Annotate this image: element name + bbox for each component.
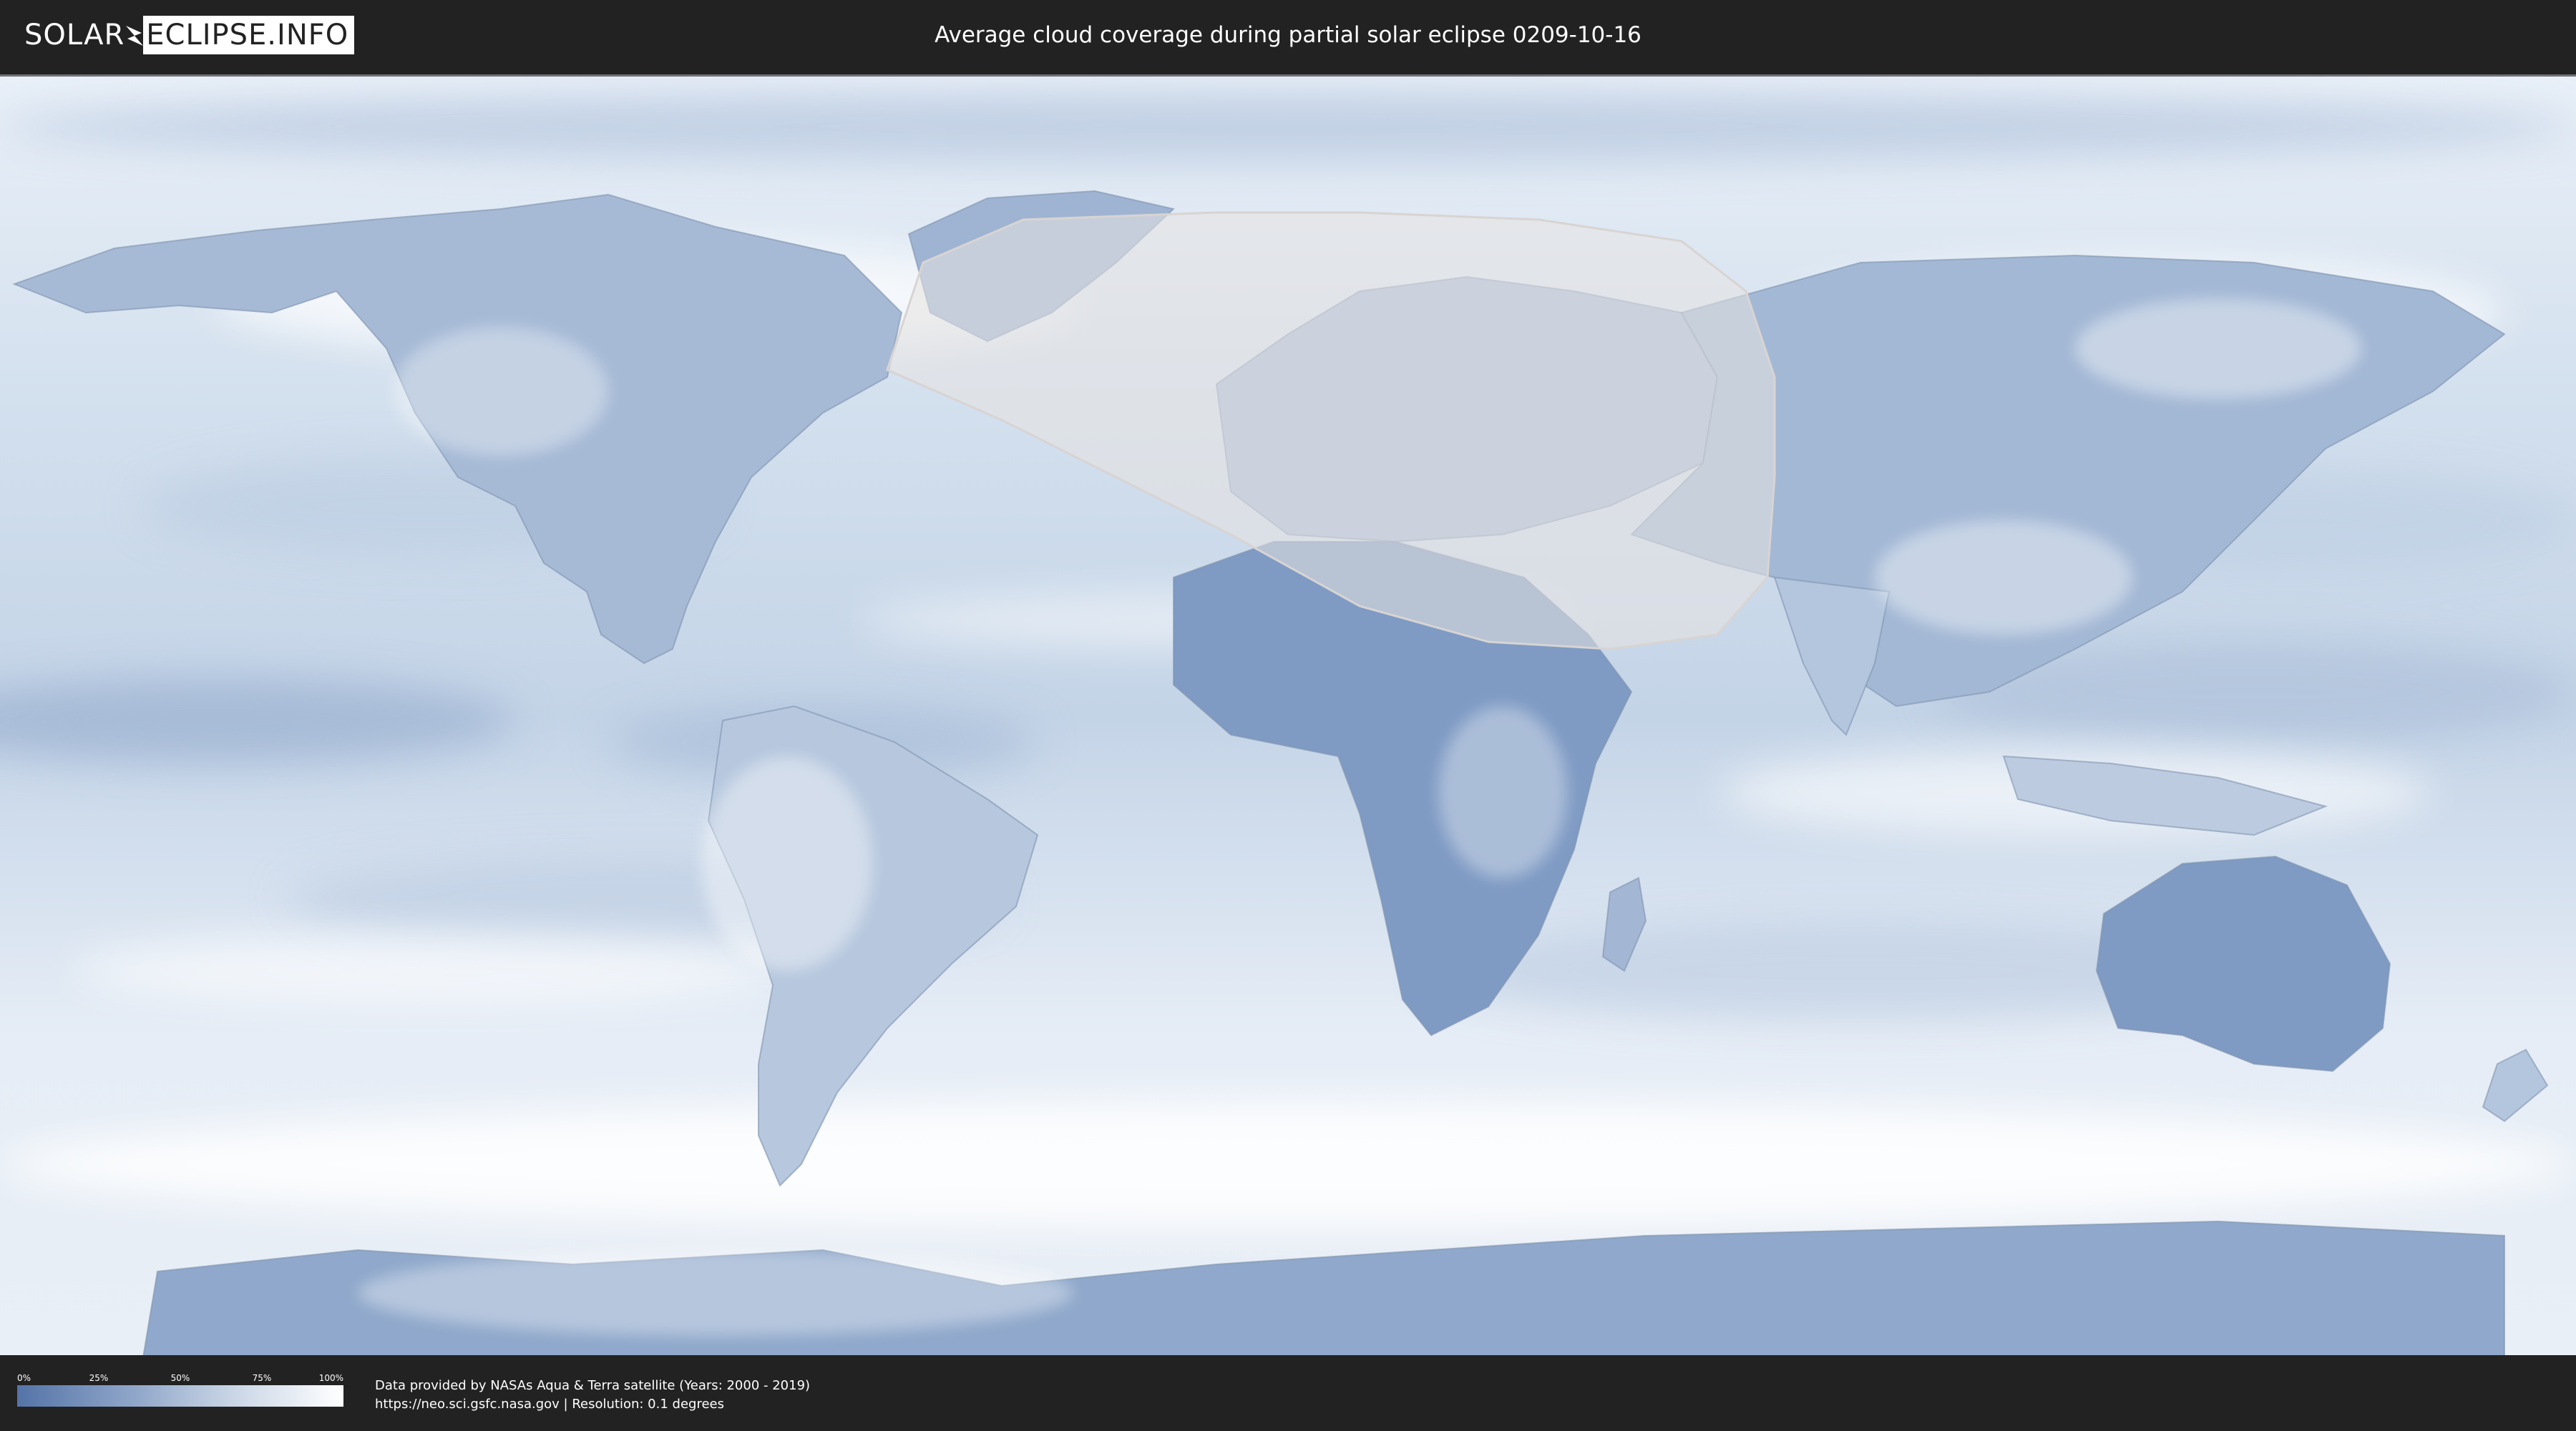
legend-tick-50: 50%: [170, 1373, 190, 1383]
credit-line-source: Data provided by NASAs Aqua & Terra sate…: [375, 1378, 811, 1393]
legend-color-ramp: [17, 1385, 343, 1407]
legend-tick-25: 25%: [89, 1373, 109, 1383]
legend-tick-100: 100%: [318, 1373, 343, 1383]
page-title: Average cloud coverage during partial so…: [935, 22, 1641, 48]
legend-tick-75: 75%: [252, 1373, 272, 1383]
world-map[interactable]: [0, 77, 2576, 1357]
legend-tick-labels: 0% 25% 50% 75% 100%: [17, 1372, 343, 1384]
data-credit: Data provided by NASAs Aqua & Terra sate…: [375, 1377, 810, 1414]
cloud-coverage-map[interactable]: [0, 74, 2576, 1357]
header-bar: SOLAR ECLIPSE.INFO Average cloud coverag…: [0, 0, 2576, 72]
footer-bar: 0% 25% 50% 75% 100% Data provided by NAS…: [0, 1355, 2576, 1431]
legend-tick-0: 0%: [17, 1373, 31, 1383]
credit-line-url[interactable]: https://neo.sci.gsfc.nasa.gov | Resoluti…: [375, 1395, 810, 1414]
